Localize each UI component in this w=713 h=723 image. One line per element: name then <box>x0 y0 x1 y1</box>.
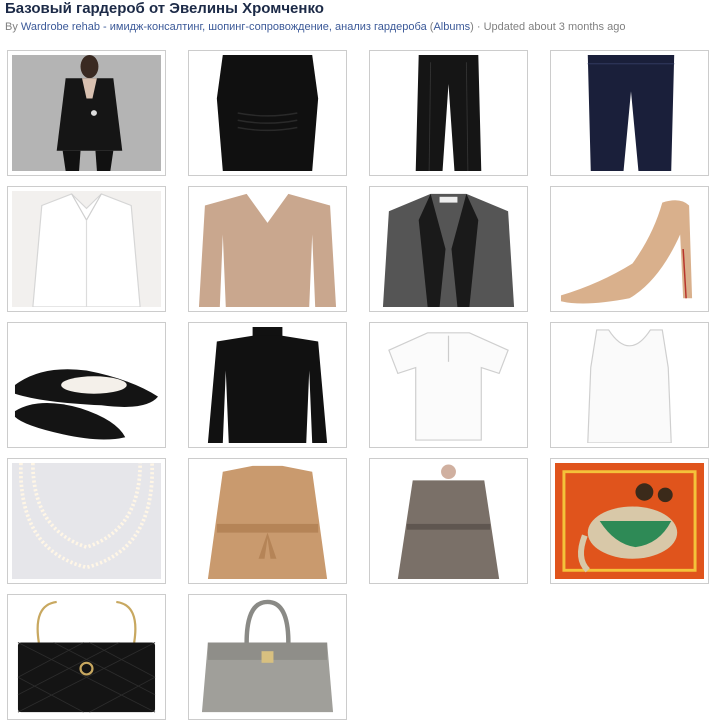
album-title: Базовый гардероб от Эвелины Хромченко <box>5 0 324 17</box>
photo-thumb-chanel-bag[interactable] <box>7 594 166 720</box>
photo-thumb-beige-sweater[interactable] <box>188 186 347 312</box>
photo-quilted-bag <box>12 599 161 715</box>
photo-white-shirt <box>12 191 161 307</box>
photo-grey-tote <box>193 599 342 715</box>
photo-thumb-dark-jeans[interactable] <box>550 50 709 176</box>
photo-ballet-flats <box>12 327 161 443</box>
by-prefix: By <box>5 21 21 33</box>
photo-grey-jacket <box>374 191 523 307</box>
photo-thumb-black-trousers[interactable] <box>369 50 528 176</box>
updated-text: · Updated about 3 months ago <box>473 21 626 33</box>
photo-thumb-pearl-necklace[interactable] <box>7 458 166 584</box>
photo-pearl-necklace <box>12 463 161 579</box>
photo-thumb-ethnic-scarf[interactable] <box>550 458 709 584</box>
photo-thumb-white-shirt[interactable] <box>7 186 166 312</box>
photo-thumb-black-ballet-flats[interactable] <box>7 322 166 448</box>
photo-thumb-nude-pumps[interactable] <box>550 186 709 312</box>
photo-dark-jeans <box>555 55 704 171</box>
photo-black-trousers <box>374 55 523 171</box>
albums-link[interactable]: Albums <box>433 21 470 33</box>
photo-black-blazer <box>12 55 161 171</box>
photo-thumb-white-tank-top[interactable] <box>550 322 709 448</box>
photo-beige-sweater <box>193 191 342 307</box>
photo-nude-pumps <box>555 191 704 307</box>
photo-white-tank <box>555 327 704 443</box>
photo-elephant-scarf <box>555 463 704 579</box>
photo-thumb-camel-coat[interactable] <box>188 458 347 584</box>
album-meta: By Wardrobe rehab - имидж-консалтинг, шо… <box>5 20 625 34</box>
photo-thumb-white-tshirt[interactable] <box>369 322 528 448</box>
photo-thumb-black-sheath-dress[interactable] <box>188 50 347 176</box>
photo-thumb-grey-trench-coat[interactable] <box>369 458 528 584</box>
photo-thumb-black-blazer-outfit[interactable] <box>7 50 166 176</box>
photo-thumb-black-turtleneck[interactable] <box>188 322 347 448</box>
photo-black-dress <box>193 55 342 171</box>
photo-black-turtleneck <box>193 327 342 443</box>
photo-camel-coat <box>193 463 342 579</box>
photo-trench-coat <box>374 463 523 579</box>
author-link[interactable]: Wardrobe rehab - имидж-консалтинг, шопин… <box>21 21 427 33</box>
photo-thumb-grey-tote-bag[interactable] <box>188 594 347 720</box>
photo-white-tshirt <box>374 327 523 443</box>
photo-thumb-grey-leather-jacket[interactable] <box>369 186 528 312</box>
